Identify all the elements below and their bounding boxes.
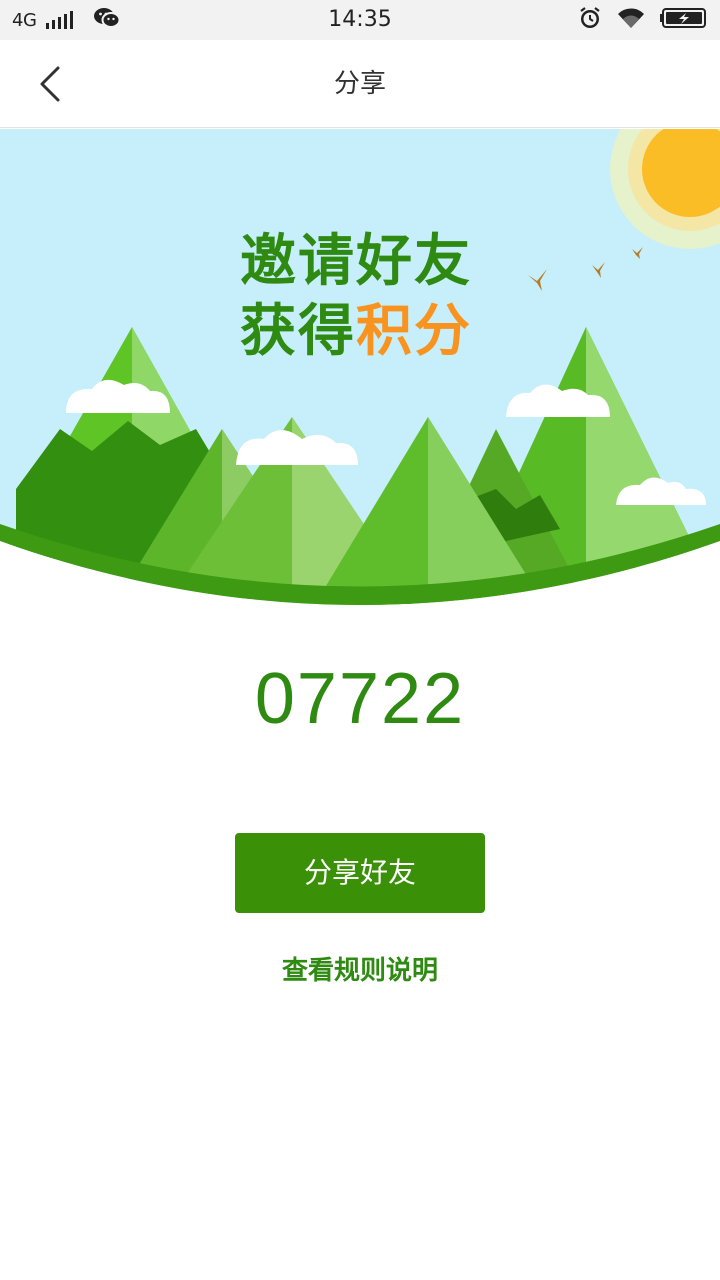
headline-line2-prefix: 获得: [240, 299, 356, 364]
battery-charging-icon: [660, 7, 708, 33]
page-title: 分享: [333, 69, 386, 99]
mountain-illustration: [0, 129, 720, 605]
headline-line2: 获得积分: [240, 297, 500, 367]
alarm-icon: [578, 6, 602, 34]
status-right: [578, 0, 708, 40]
app-header: 分享: [0, 40, 720, 128]
invite-code: 07722: [254, 659, 466, 739]
wifi-icon: [616, 6, 646, 34]
headline-line2-accent: 积分: [356, 299, 472, 364]
status-bar: 4G 14:35: [0, 0, 720, 40]
view-rules-link[interactable]: 查看规则说明: [0, 950, 720, 987]
banner-headline: 邀请好友 获得积分: [240, 227, 500, 367]
headline-line1: 邀请好友: [240, 229, 472, 294]
share-friends-button[interactable]: 分享好友: [235, 833, 485, 913]
invite-banner: 邀请好友 获得积分: [0, 129, 720, 609]
